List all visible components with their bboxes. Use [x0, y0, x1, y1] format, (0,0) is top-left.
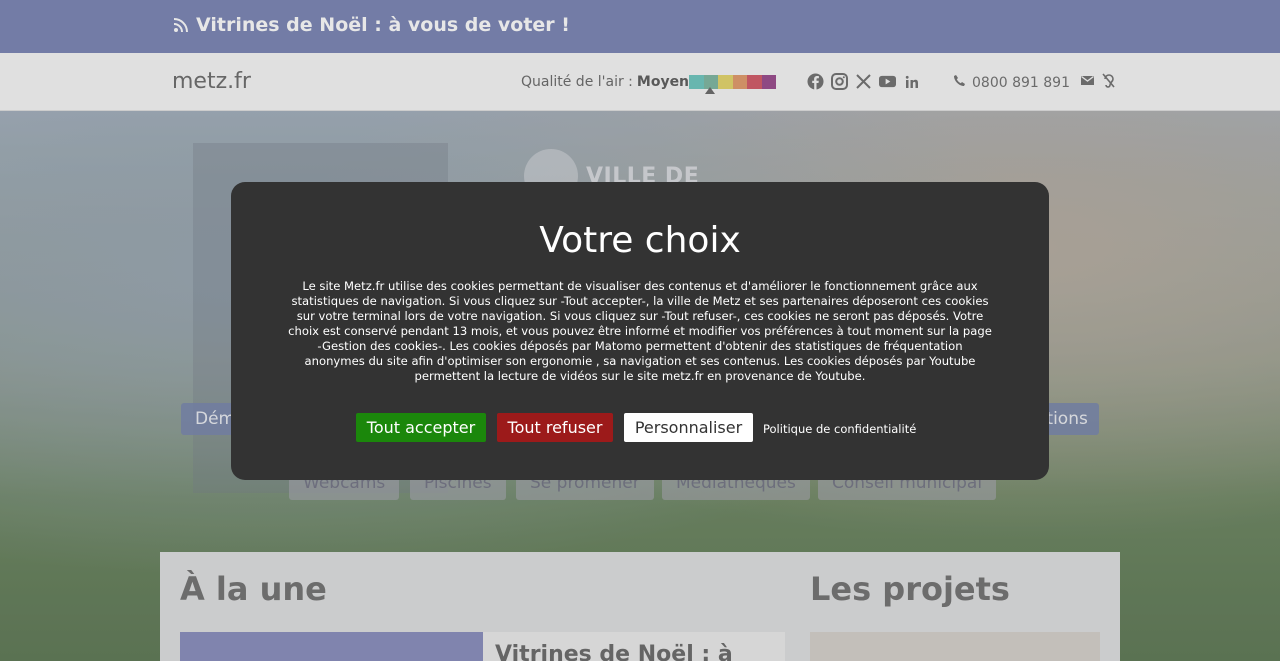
cookie-modal-text: Le site Metz.fr utilise des cookies perm… — [288, 279, 992, 383]
cookie-modal-title: Votre choix — [539, 220, 741, 261]
accept-all-button[interactable]: Tout accepter — [356, 413, 486, 442]
refuse-all-button[interactable]: Tout refuser — [497, 413, 613, 442]
customize-button[interactable]: Personnaliser — [624, 413, 753, 442]
cookie-consent-modal: Votre choix Le site Metz.fr utilise des … — [231, 182, 1049, 480]
privacy-policy-link[interactable]: Politique de confidentialité — [763, 422, 916, 436]
